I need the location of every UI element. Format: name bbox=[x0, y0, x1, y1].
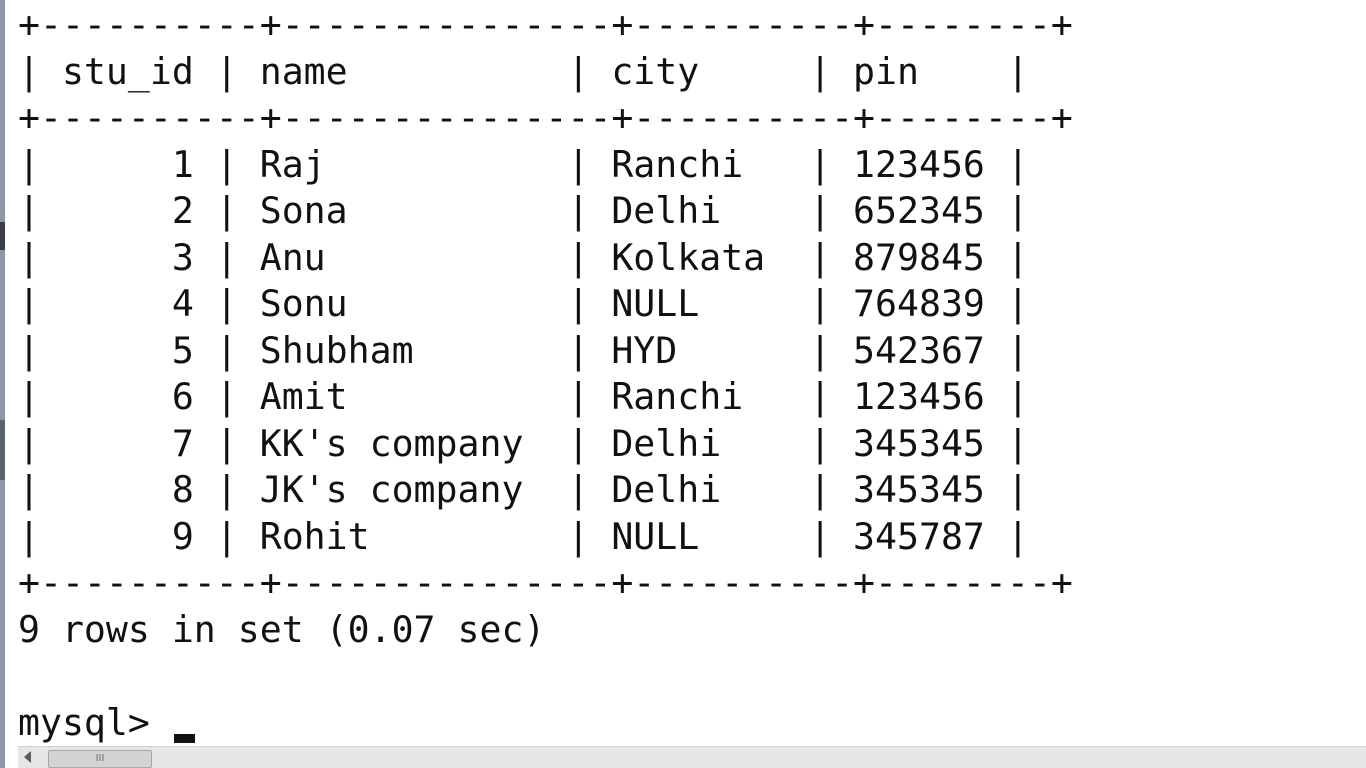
mysql-prompt: mysql> bbox=[18, 700, 172, 744]
table-bottom-border: +----------+---------------+----------+-… bbox=[18, 561, 1073, 604]
table-row: | 5 | Shubham | HYD | 542367 | bbox=[18, 328, 1029, 372]
prompt-line[interactable]: mysql> bbox=[18, 700, 1073, 747]
result-summary: 9 rows in set (0.07 sec) bbox=[18, 607, 546, 651]
table-row: | 3 | Anu | Kolkata | 879845 | bbox=[18, 235, 1029, 279]
horizontal-scrollbar[interactable]: III bbox=[18, 746, 1366, 768]
terminal-output[interactable]: +----------+---------------+----------+-… bbox=[18, 2, 1073, 746]
table-row: | 4 | Sonu | NULL | 764839 | bbox=[18, 282, 1029, 325]
window-left-edge bbox=[0, 0, 5, 768]
table-row: | 9 | Rohit | NULL | 345787 | bbox=[18, 514, 1029, 558]
scrollbar-thumb[interactable]: III bbox=[48, 750, 152, 768]
table-row: | 2 | Sona | Delhi | 652345 | bbox=[18, 189, 1029, 232]
table-row: | 6 | Amit | Ranchi | 123456 | bbox=[18, 375, 1029, 418]
table-header-separator: +----------+---------------+----------+-… bbox=[18, 96, 1073, 139]
table-header-row: | stu_id | name | city | pin | bbox=[18, 49, 1029, 93]
table-row: | 8 | JK's company | Delhi | 345345 | bbox=[18, 468, 1029, 511]
text-cursor bbox=[173, 733, 195, 743]
edge-mark bbox=[0, 222, 5, 250]
arrow-left-icon[interactable] bbox=[24, 751, 31, 763]
table-top-border: +----------+---------------+----------+-… bbox=[18, 3, 1073, 46]
edge-mark bbox=[0, 420, 5, 480]
table-row: | 1 | Raj | Ranchi | 123456 | bbox=[18, 142, 1029, 186]
table-row: | 7 | KK's company | Delhi | 345345 | bbox=[18, 421, 1029, 465]
